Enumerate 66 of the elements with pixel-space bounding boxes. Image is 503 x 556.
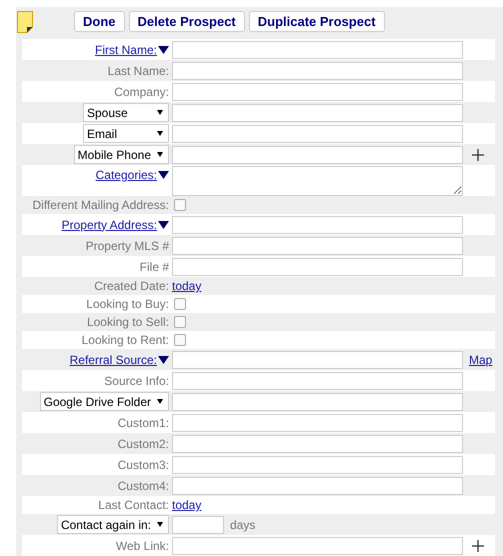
field-label: Property MLS # (86, 238, 169, 252)
text-field[interactable] (172, 476, 463, 494)
field-label-link[interactable]: Property Address: (62, 218, 157, 232)
label-dropdown[interactable]: Spouse (83, 103, 169, 122)
caret-icon[interactable] (158, 356, 169, 364)
note-icon (17, 10, 33, 32)
checkbox[interactable] (174, 334, 186, 346)
days-field[interactable] (172, 516, 224, 534)
field-label: Custom1: (118, 416, 169, 430)
toolbar-button[interactable]: Done (74, 11, 124, 32)
text-field[interactable] (172, 40, 463, 58)
checkbox[interactable] (174, 199, 186, 211)
toolbar-button[interactable]: Delete Prospect (128, 11, 245, 32)
field-label: Custom2: (118, 436, 169, 450)
date-link[interactable]: today (172, 279, 202, 293)
text-field[interactable] (172, 258, 463, 276)
date-link[interactable]: today (172, 498, 202, 512)
label-dropdown[interactable]: Email (83, 124, 169, 143)
caret-icon (157, 399, 163, 404)
field-label: Last Contact: (98, 498, 169, 512)
caret-icon[interactable] (158, 46, 169, 54)
field-label: Last Name: (108, 64, 169, 78)
field-label-link[interactable]: First Name: (94, 42, 157, 56)
text-field[interactable] (172, 146, 463, 164)
caret-icon[interactable] (158, 171, 169, 179)
text-field[interactable] (172, 236, 463, 254)
toolbar-button[interactable]: Duplicate Prospect (248, 11, 385, 32)
field-label: Custom3: (118, 458, 169, 472)
text-field[interactable] (172, 392, 463, 410)
checkbox[interactable] (174, 298, 186, 310)
text-field[interactable] (172, 372, 463, 390)
field-label: Created Date: (94, 279, 169, 293)
field-label: Different Mailing Address: (32, 198, 169, 212)
days-unit: days (230, 518, 256, 532)
add-icon[interactable] (472, 148, 484, 160)
field-label: File # (140, 260, 169, 274)
caret-icon (157, 522, 163, 527)
text-field[interactable] (172, 62, 463, 80)
text-field[interactable] (172, 414, 463, 432)
field-label-link[interactable]: Referral Source: (70, 352, 157, 366)
text-field[interactable] (172, 124, 463, 142)
caret-icon (157, 152, 163, 157)
field-label: Looking to Buy: (86, 297, 169, 311)
text-field[interactable] (172, 104, 463, 122)
field-label: Company: (114, 84, 169, 98)
field-label: Looking to Sell: (86, 315, 169, 329)
field-label-link[interactable]: Categories: (96, 168, 157, 182)
field-label: Looking to Rent: (82, 333, 169, 347)
field-label: Web Link: (116, 538, 169, 552)
add-icon[interactable] (472, 540, 484, 552)
text-field[interactable] (172, 456, 463, 474)
text-field[interactable] (172, 82, 463, 100)
caret-icon (157, 131, 163, 136)
caret-icon[interactable] (158, 220, 169, 228)
label-dropdown[interactable]: Mobile Phone (74, 145, 169, 164)
text-field[interactable] (172, 536, 463, 554)
caret-icon (157, 110, 163, 115)
field-label: Source Info: (104, 374, 169, 388)
text-field[interactable] (172, 350, 463, 368)
label-dropdown[interactable]: Contact again in: (56, 515, 169, 534)
label-dropdown[interactable]: Google Drive Folder (40, 392, 169, 411)
text-field[interactable] (172, 216, 463, 234)
checkbox[interactable] (174, 316, 186, 328)
field-label: Custom4: (118, 478, 169, 492)
map-link[interactable]: Map (469, 352, 492, 366)
text-field[interactable] (172, 434, 463, 452)
